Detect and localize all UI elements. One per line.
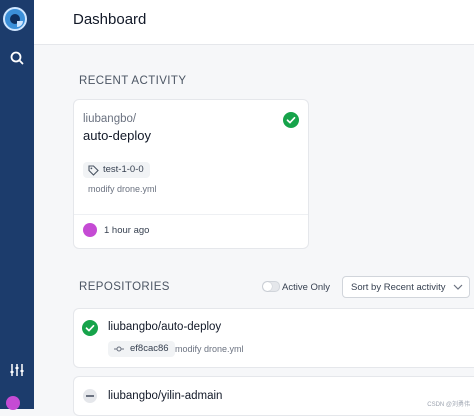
sidebar <box>0 0 34 410</box>
drone-logo-icon[interactable] <box>3 7 27 31</box>
active-only-label: Active Only <box>282 282 331 293</box>
active-only-toggle[interactable] <box>262 281 280 292</box>
page-title: Dashboard <box>73 11 147 28</box>
repositories-heading: REPOSITORIES <box>79 281 170 293</box>
check-circle-icon <box>82 320 98 336</box>
pending-icon <box>83 389 97 403</box>
repo-list-item[interactable]: liubangbo/auto-deploy ef8cac86 modify dr… <box>73 308 474 368</box>
commit-sha: ef8cac86 <box>130 343 169 354</box>
commit-icon <box>114 346 124 352</box>
tag-label: test-1-0-0 <box>103 164 144 175</box>
search-icon[interactable] <box>8 49 26 67</box>
repo-name[interactable]: auto-deploy <box>83 128 151 143</box>
repo-name[interactable]: liubangbo/auto-deploy <box>108 321 221 333</box>
header: Dashboard <box>34 0 474 45</box>
watermark: CSDN @刘勇伟 <box>427 402 470 408</box>
activity-time: 1 hour ago <box>104 225 150 236</box>
commit-message: modify drone.yml <box>175 344 244 354</box>
author-avatar <box>83 223 97 237</box>
settings-sliders-icon[interactable] <box>8 361 26 379</box>
repo-name[interactable]: liubangbo/yilin-admain <box>108 390 222 402</box>
tag-chip: test-1-0-0 <box>83 162 150 178</box>
divider <box>74 214 308 215</box>
sort-select[interactable]: Sort by Recent activity <box>342 276 470 298</box>
commit-message: modify drone.yml <box>88 184 157 194</box>
commit-chip: ef8cac86 <box>108 341 175 357</box>
repo-list-item[interactable]: liubangbo/yilin-admain <box>73 376 474 416</box>
user-avatar[interactable] <box>6 396 20 410</box>
chevron-down-icon <box>453 284 463 290</box>
sort-select-value: Sort by Recent activity <box>351 282 446 293</box>
recent-activity-heading: RECENT ACTIVITY <box>79 75 187 87</box>
repo-owner: liubangbo/ <box>83 113 137 125</box>
recent-activity-card[interactable]: liubangbo/ auto-deploy test-1-0-0 modify… <box>73 99 309 249</box>
check-circle-icon <box>283 112 299 128</box>
tag-icon <box>88 165 99 176</box>
